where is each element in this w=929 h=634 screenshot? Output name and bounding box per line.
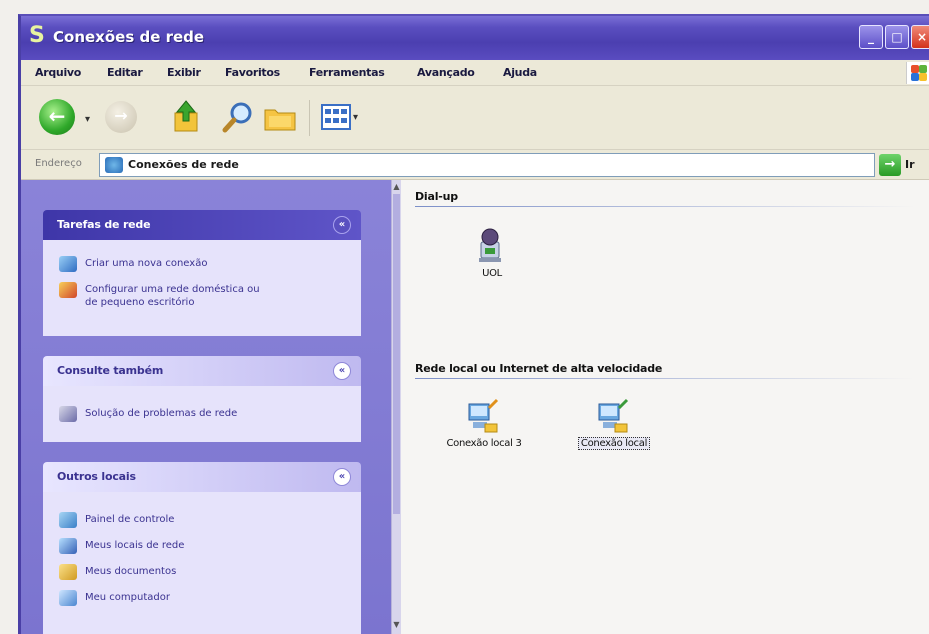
my-documents-icon <box>59 564 77 580</box>
views-icon <box>325 109 347 123</box>
connection-label: Conexão local 3 <box>446 438 522 449</box>
group-divider <box>415 206 915 207</box>
panel-other-places: Outros locais « Painel de controle Meus … <box>43 462 361 634</box>
network-connections-icon: S <box>29 23 45 48</box>
network-folder-icon <box>105 157 123 173</box>
scroll-thumb[interactable] <box>393 194 400 514</box>
connection-label-selected: Conexão local <box>559 437 669 450</box>
panel-network-tasks: Tarefas de rede « Criar uma nova conexão… <box>43 210 361 336</box>
control-panel-icon <box>59 512 77 528</box>
menu-ferramentas[interactable]: Ferramentas <box>309 66 385 79</box>
connections-view: Dial-up UOL Rede local ou Internet de al… <box>401 180 929 634</box>
connection-local[interactable]: Conexão local <box>559 396 669 466</box>
folders-button[interactable] <box>263 104 297 132</box>
window-title: Conexões de rede <box>53 28 205 46</box>
panel-header-see-also[interactable]: Consulte também « <box>43 356 361 386</box>
dialup-connection-icon <box>479 228 501 262</box>
task-troubleshoot[interactable]: Solução de problemas de rede <box>59 406 349 422</box>
address-bar: Endereço Conexões de rede ▾ → Ir <box>21 150 929 180</box>
collapse-chevron-icon[interactable]: « <box>333 216 351 234</box>
new-connection-icon <box>59 256 77 272</box>
forward-button[interactable]: → <box>105 101 137 133</box>
menu-avancado[interactable]: Avançado <box>417 66 475 79</box>
connection-uol[interactable]: UOL <box>437 226 547 296</box>
group-divider <box>415 378 915 379</box>
panel-title: Consulte também <box>57 364 164 377</box>
panel-header-network-tasks[interactable]: Tarefas de rede « <box>43 210 361 240</box>
views-button[interactable] <box>321 104 351 130</box>
go-label[interactable]: Ir <box>905 158 915 171</box>
search-icon <box>222 102 252 133</box>
menu-ajuda[interactable]: Ajuda <box>503 66 537 79</box>
lan-connection-icon <box>468 398 499 433</box>
views-dropdown-icon[interactable]: ▾ <box>353 112 358 123</box>
lan-connection-icon <box>598 398 629 433</box>
address-label: Endereço <box>35 158 82 169</box>
scroll-down-icon[interactable]: ▼ <box>392 620 401 630</box>
panel-header-other-places[interactable]: Outros locais « <box>43 462 361 492</box>
group-header-dialup: Dial-up <box>415 190 458 203</box>
task-new-connection[interactable]: Criar uma nova conexão <box>59 256 349 272</box>
task-pane-scrollbar[interactable]: ▲ ▼ <box>391 180 401 634</box>
close-button[interactable]: × <box>911 25 929 49</box>
explorer-window: S Conexões de rede _ □ × Arquivo Editar … <box>18 14 929 634</box>
menu-editar[interactable]: Editar <box>107 66 143 79</box>
up-folder-icon <box>174 100 198 132</box>
panel-title: Outros locais <box>57 470 136 483</box>
task-pane: Tarefas de rede « Criar uma nova conexão… <box>21 180 391 634</box>
menu-bar: Arquivo Editar Exibir Favoritos Ferramen… <box>21 60 929 86</box>
scroll-up-icon[interactable]: ▲ <box>392 182 401 192</box>
group-header-lan: Rede local ou Internet de alta velocidad… <box>415 362 663 375</box>
connection-local-3[interactable]: Conexão local 3 <box>429 396 539 466</box>
toolbar-separator <box>309 100 310 136</box>
panel-body: Painel de controle Meus locais de rede M… <box>43 492 361 634</box>
connection-label: UOL <box>482 268 502 279</box>
troubleshoot-icon <box>59 406 77 422</box>
panel-body: Criar uma nova conexão Configurar uma re… <box>43 240 361 336</box>
task-control-panel[interactable]: Painel de controle <box>59 512 349 528</box>
minimize-button[interactable]: _ <box>859 25 883 49</box>
toolbar: ← ▾ → ▾ <box>21 86 929 150</box>
network-places-icon <box>59 538 77 554</box>
address-input[interactable]: Conexões de rede ▾ <box>99 153 875 177</box>
panel-see-also: Consulte também « Solução de problemas d… <box>43 356 361 442</box>
collapse-chevron-icon[interactable]: « <box>333 362 351 380</box>
task-my-documents[interactable]: Meus documentos <box>59 564 349 580</box>
windows-logo-icon <box>906 62 929 84</box>
address-value: Conexões de rede <box>128 158 239 171</box>
back-button[interactable]: ← <box>39 99 75 135</box>
panel-title: Tarefas de rede <box>57 218 151 231</box>
task-my-computer[interactable]: Meu computador <box>59 590 349 606</box>
maximize-button[interactable]: □ <box>885 25 909 49</box>
go-button[interactable]: → <box>879 154 901 176</box>
page: S Conexões de rede _ □ × Arquivo Editar … <box>0 0 929 634</box>
panel-body: Solução de problemas de rede <box>43 386 361 442</box>
search-button[interactable] <box>221 100 255 134</box>
menu-arquivo[interactable]: Arquivo <box>35 66 81 79</box>
menu-exibir[interactable]: Exibir <box>167 66 201 79</box>
my-computer-icon <box>59 590 77 606</box>
task-home-network[interactable]: Configurar uma rede doméstica ou de pequ… <box>59 282 349 314</box>
back-dropdown-icon[interactable]: ▾ <box>85 114 90 125</box>
title-bar[interactable]: S Conexões de rede _ □ × <box>21 16 929 60</box>
up-folder-button[interactable] <box>171 99 201 133</box>
home-network-icon <box>59 282 77 298</box>
collapse-chevron-icon[interactable]: « <box>333 468 351 486</box>
folders-icon <box>264 109 296 131</box>
menu-favoritos[interactable]: Favoritos <box>225 66 280 79</box>
task-network-places[interactable]: Meus locais de rede <box>59 538 349 554</box>
